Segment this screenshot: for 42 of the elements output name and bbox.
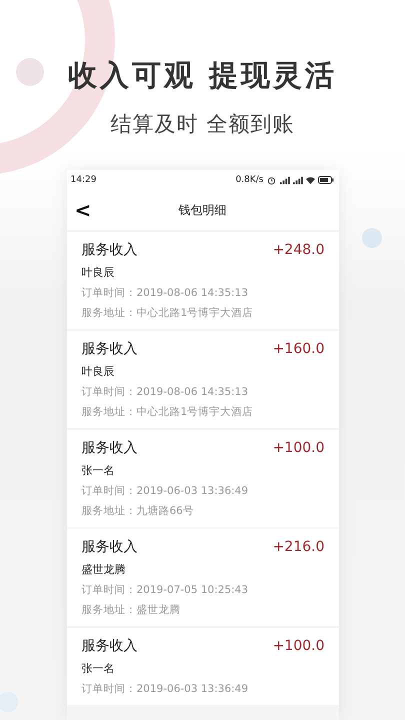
order-time: 订单时间：2019-06-03 13:36:49 — [82, 484, 250, 498]
network-speed: 0.8K/s — [236, 175, 264, 185]
income-record[interactable]: 服务收入 +100.0 张一名 订单时间：2019-06-03 13:36:49 — [66, 628, 338, 705]
record-type: 服务收入 — [82, 340, 138, 358]
income-record[interactable]: 服务收入 +248.0 叶良辰 订单时间：2019-08-06 14:35:13 服务地址：中心北路1号博宇大酒店 — [66, 232, 338, 329]
record-amount: +100.0 — [272, 440, 324, 456]
service-address: 服务地址：中心北路1号博宇大酒店 — [82, 405, 254, 419]
record-type: 服务收入 — [82, 439, 138, 457]
income-record[interactable]: 服务收入 +100.0 张一名 订单时间：2019-06-03 13:36:49 服务地址：九塘路66号 — [66, 430, 338, 527]
service-address: 服务地址：盛世龙腾 — [82, 603, 182, 617]
customer-name: 叶良辰 — [82, 265, 116, 280]
service-address: 服务地址：九塘路66号 — [82, 504, 195, 518]
record-amount: +160.0 — [272, 341, 324, 357]
signal-icon — [292, 176, 302, 184]
order-time: 订单时间：2019-08-06 14:35:13 — [82, 286, 250, 300]
customer-name: 张一名 — [82, 661, 116, 676]
customer-name: 叶良辰 — [82, 364, 116, 379]
order-time: 订单时间：2019-06-03 13:36:49 — [82, 682, 250, 696]
record-type: 服务收入 — [82, 538, 138, 556]
service-address: 服务地址：中心北路1号博宇大酒店 — [82, 306, 254, 320]
record-type: 服务收入 — [82, 637, 138, 655]
headline: 收入可观 提现灵活 — [68, 57, 338, 94]
battery-icon — [318, 176, 334, 184]
alarm-icon — [266, 176, 276, 184]
record-amount: +100.0 — [272, 638, 324, 654]
subheadline: 结算及时 全额到账 — [110, 111, 294, 138]
income-record[interactable]: 服务收入 +160.0 叶良辰 订单时间：2019-08-06 14:35:13 服务地址：中心北路1号博宇大酒店 — [66, 331, 338, 428]
back-button[interactable]: < — [70, 198, 96, 222]
income-record[interactable]: 服务收入 +216.0 盛世龙腾 订单时间：2019-07-05 10:25:43 服务地址：盛世龙腾 — [66, 529, 338, 626]
record-amount: +216.0 — [272, 539, 324, 555]
decorative-dot — [362, 228, 382, 248]
status-time: 14:29 — [70, 175, 96, 185]
record-amount: +248.0 — [272, 242, 324, 258]
wifi-icon — [304, 176, 316, 184]
signal-icon — [278, 176, 290, 184]
customer-name: 张一名 — [82, 463, 116, 478]
order-time: 订单时间：2019-08-06 14:35:13 — [82, 385, 250, 399]
screen-title: 钱包明细 — [178, 202, 226, 218]
order-time: 订单时间：2019-07-05 10:25:43 — [82, 583, 250, 597]
customer-name: 盛世龙腾 — [82, 562, 126, 577]
decorative-dot — [16, 58, 44, 86]
record-type: 服务收入 — [82, 241, 138, 259]
